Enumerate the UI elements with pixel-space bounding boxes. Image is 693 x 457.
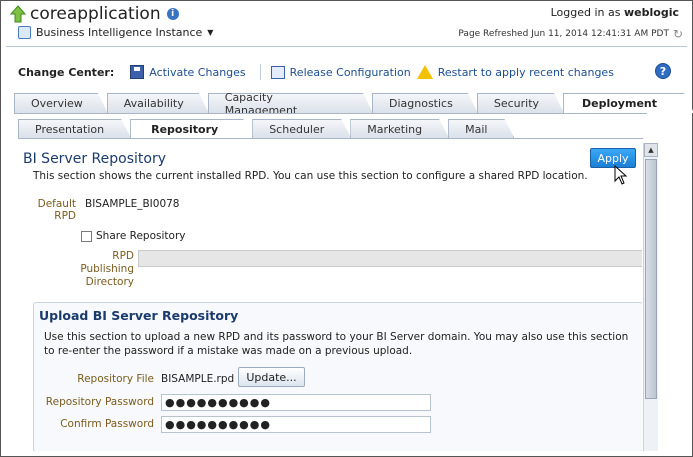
checkbox-box[interactable] [81, 230, 92, 242]
restart-label: Restart to apply recent changes [437, 65, 614, 79]
apply-button[interactable]: Apply [590, 148, 636, 168]
divider [259, 64, 261, 80]
subtab-marketing[interactable]: Marketing [350, 119, 449, 138]
page-refreshed-text: Page Refreshed Jun 11, 2014 12:41:31 AM … [458, 29, 669, 39]
publishing-directory-label-line2: Publishing [80, 263, 134, 275]
main-tabs: Overview Availability Capacity Managemen… [14, 93, 693, 113]
scroll-up-icon[interactable]: ▲ [644, 143, 658, 157]
publishing-directory-label-line1: RPD [112, 250, 134, 262]
tab-overview[interactable]: Overview [14, 93, 108, 113]
confirm-password-label: Confirm Password [60, 418, 154, 430]
release-configuration-label: Release Configuration [289, 65, 411, 79]
update-button[interactable]: Update... [238, 367, 305, 387]
share-repository-checkbox[interactable]: Share Repository [81, 230, 185, 242]
default-rpd-label-line2: RPD [54, 210, 76, 222]
vertical-scrollbar[interactable]: ▲ [643, 143, 658, 451]
username: weblogic [624, 6, 679, 19]
page-refresh: Page Refreshed Jun 11, 2014 12:41:31 AM … [458, 27, 683, 41]
publishing-directory-label: RPD Publishing Directory [74, 250, 134, 289]
bi-instance-icon [18, 26, 31, 39]
chevron-down-icon: ▼ [207, 28, 214, 37]
warning-icon [416, 65, 433, 79]
tab-deployment[interactable]: Deployment [563, 93, 693, 113]
bi-instance-label: Business Intelligence Instance [36, 26, 203, 39]
activate-changes-label: Activate Changes [149, 65, 246, 79]
upload-panel: Upload BI Server Repository Use this sec… [33, 302, 642, 451]
section-description: This section shows the current installed… [33, 170, 588, 182]
repository-password-field[interactable]: ●●●●●●●●●● [161, 394, 431, 411]
share-repository-label: Share Repository [96, 230, 186, 242]
up-arrow-icon [10, 5, 26, 23]
release-configuration-button[interactable]: Release Configuration [270, 65, 411, 79]
default-rpd-label-line1: Default [37, 198, 76, 210]
repository-password-label: Repository Password [45, 396, 154, 408]
confirm-password-field[interactable]: ●●●●●●●●●● [161, 416, 431, 433]
subtab-repository[interactable]: Repository [130, 119, 253, 138]
default-rpd-label: Default RPD [34, 198, 76, 222]
restart-link[interactable]: Restart to apply recent changes [416, 65, 614, 79]
scrollbar-thumb[interactable] [645, 159, 657, 399]
app-name: coreapplication [30, 4, 161, 24]
save-disk-icon [130, 65, 145, 79]
activate-changes-button[interactable]: Activate Changes [130, 65, 246, 79]
upload-title: Upload BI Server Repository [39, 308, 239, 323]
default-rpd-value: BISAMPLE_BI0078 [85, 198, 180, 210]
change-center: Change Center: Activate Changes Release … [18, 64, 620, 80]
tab-diagnostics[interactable]: Diagnostics [372, 93, 478, 113]
release-icon [270, 65, 285, 79]
subtab-scheduler[interactable]: Scheduler [252, 119, 351, 138]
tab-security[interactable]: Security [477, 93, 564, 113]
info-icon[interactable]: i [166, 8, 179, 20]
repository-file-label: Repository File [77, 373, 154, 385]
tabs-divider [14, 113, 647, 114]
repository-file-value: BISAMPLE.rpd [161, 373, 235, 385]
header-divider [6, 46, 687, 47]
app-title: coreapplication i [10, 4, 179, 24]
upload-description: Use this section to upload a new RPD and… [44, 331, 629, 357]
logged-in-prefix: Logged in as [550, 6, 621, 19]
repository-content: BI Server Repository This section shows … [14, 139, 642, 451]
section-title: BI Server Repository [23, 151, 166, 167]
bi-instance-menu[interactable]: Business Intelligence Instance ▼ [18, 26, 213, 39]
publishing-directory-label-line3: Directory [85, 276, 134, 288]
sub-tabs: Presentation Repository Scheduler Market… [18, 119, 513, 138]
change-center-label: Change Center: [18, 65, 115, 79]
subtab-mail[interactable]: Mail [448, 119, 514, 138]
tab-availability[interactable]: Availability [107, 93, 209, 113]
publishing-directory-field [138, 250, 642, 267]
subtab-presentation[interactable]: Presentation [18, 119, 131, 138]
login-info: Logged in as weblogic [551, 6, 679, 19]
tab-capacity-management[interactable]: Capacity Management [208, 93, 373, 113]
refresh-icon[interactable]: ↻ [673, 27, 683, 41]
mouse-pointer-icon [614, 165, 628, 185]
help-icon[interactable]: ? [655, 63, 671, 79]
